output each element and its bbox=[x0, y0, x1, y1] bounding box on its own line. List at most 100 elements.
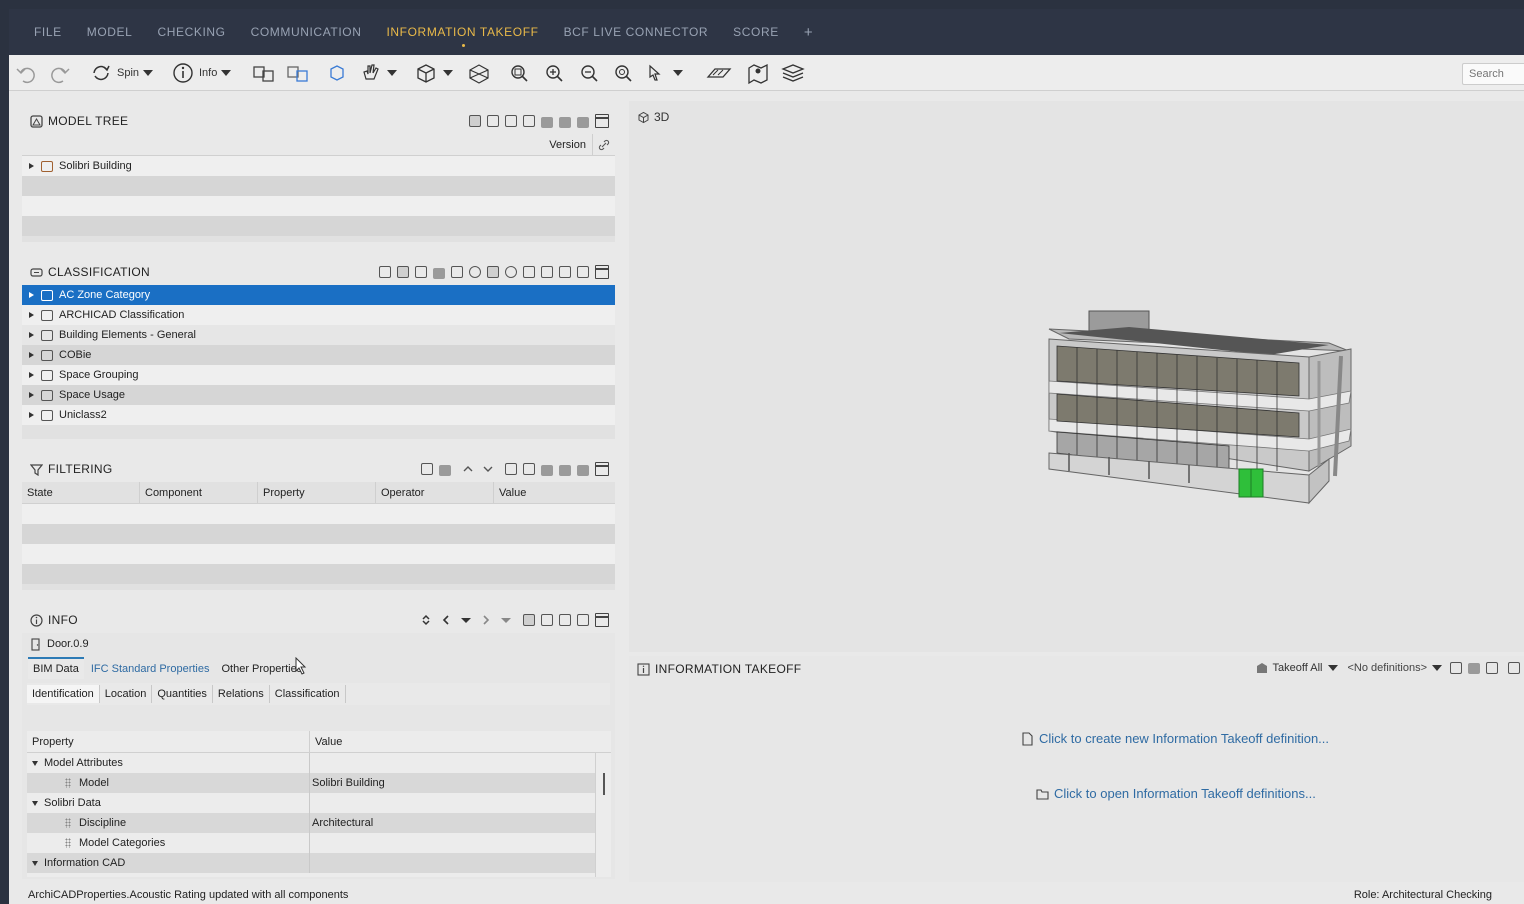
back-icon[interactable] bbox=[439, 613, 453, 627]
takeoff-all-button[interactable]: Takeoff All bbox=[1256, 662, 1338, 674]
classification-item-uniclass2[interactable]: Uniclass2 bbox=[22, 405, 615, 425]
open-folder-icon[interactable] bbox=[505, 463, 517, 475]
new-document-icon[interactable] bbox=[1450, 661, 1462, 674]
open-folder-icon[interactable] bbox=[1486, 661, 1498, 674]
boxes-button[interactable] bbox=[251, 59, 279, 87]
expand-arrow-icon[interactable] bbox=[29, 332, 34, 338]
link-icon[interactable] bbox=[593, 134, 615, 155]
search-input[interactable] bbox=[1462, 63, 1524, 85]
hand-button[interactable] bbox=[359, 59, 397, 87]
visibility-icon[interactable] bbox=[487, 266, 499, 278]
scrollbar-thumb[interactable] bbox=[603, 773, 605, 795]
component-column-header[interactable]: Component bbox=[140, 482, 258, 503]
property-group-row[interactable]: Model Attributes bbox=[27, 753, 611, 773]
close-circle-icon[interactable] bbox=[469, 266, 481, 278]
property-row[interactable]: Model Categories bbox=[27, 833, 611, 853]
chevron-down-icon[interactable] bbox=[481, 462, 495, 476]
property-group-row[interactable]: Solibri Data bbox=[27, 793, 611, 813]
subtab-identification[interactable]: Identification bbox=[27, 685, 100, 703]
maximize-icon[interactable] bbox=[595, 114, 609, 128]
expand-arrow-icon[interactable] bbox=[29, 292, 34, 298]
undo-button[interactable] bbox=[13, 59, 39, 87]
edit-icon[interactable] bbox=[523, 266, 535, 278]
forward-dropdown-icon[interactable] bbox=[499, 613, 513, 627]
maximize-icon[interactable] bbox=[595, 613, 609, 627]
property-scrollbar[interactable] bbox=[595, 753, 611, 877]
expand-arrow-icon[interactable] bbox=[29, 312, 34, 318]
maximize-icon[interactable] bbox=[595, 265, 609, 279]
export-icon[interactable] bbox=[559, 266, 571, 278]
redo-button[interactable] bbox=[47, 59, 73, 87]
subtab-location[interactable]: Location bbox=[100, 685, 153, 703]
copy-icon[interactable] bbox=[577, 266, 589, 278]
collapse-arrow-icon[interactable] bbox=[32, 800, 38, 806]
new-document-icon[interactable] bbox=[415, 266, 427, 278]
value-column-header[interactable]: Value bbox=[310, 731, 342, 752]
classification-item-space-usage[interactable]: Space Usage bbox=[22, 385, 615, 405]
transparent-box-button[interactable] bbox=[325, 59, 349, 87]
subtab-classification[interactable]: Classification bbox=[270, 685, 346, 703]
menu-file[interactable]: FILE bbox=[34, 25, 62, 39]
tree-structure-icon[interactable] bbox=[379, 266, 391, 278]
value-column-header[interactable]: Value bbox=[494, 482, 615, 503]
print-icon[interactable] bbox=[541, 614, 553, 626]
classification-item-ac-zone-category[interactable]: AC Zone Category bbox=[22, 285, 615, 305]
link-selection-icon[interactable] bbox=[523, 614, 535, 626]
classification-item-building-elements[interactable]: Building Elements - General bbox=[22, 325, 615, 345]
drag-handle-icon[interactable] bbox=[65, 838, 71, 848]
expand-arrow-icon[interactable] bbox=[29, 372, 34, 378]
map-button[interactable] bbox=[745, 59, 771, 87]
save-icon[interactable] bbox=[1508, 661, 1520, 674]
tree-structure-icon[interactable] bbox=[469, 115, 481, 127]
collapse-arrow-icon[interactable] bbox=[32, 760, 38, 766]
tree-expand-icon[interactable] bbox=[397, 266, 409, 278]
tab-ifc-standard-properties[interactable]: IFC Standard Properties bbox=[86, 659, 215, 679]
add-row-icon[interactable] bbox=[421, 463, 433, 475]
spin-button[interactable]: Spin bbox=[89, 59, 154, 87]
export-icon[interactable] bbox=[559, 614, 571, 626]
menu-score[interactable]: SCORE bbox=[733, 25, 779, 39]
building-model[interactable] bbox=[629, 101, 1524, 652]
layers-button[interactable] bbox=[780, 59, 806, 87]
expand-arrow-icon[interactable] bbox=[29, 392, 34, 398]
tree-layers-icon[interactable] bbox=[505, 115, 517, 127]
sort-icon[interactable] bbox=[419, 613, 433, 627]
property-column-header[interactable]: Property bbox=[258, 482, 376, 503]
section-box-button[interactable] bbox=[466, 59, 492, 87]
3d-view[interactable]: 3D bbox=[629, 101, 1524, 652]
menu-bcf-live-connector[interactable]: BCF LIVE CONNECTOR bbox=[564, 25, 709, 39]
collapse-arrow-icon[interactable] bbox=[32, 860, 38, 866]
drag-handle-icon[interactable] bbox=[65, 778, 71, 788]
zoom-fit-button[interactable] bbox=[507, 59, 531, 87]
open-folder-icon[interactable] bbox=[451, 266, 463, 278]
create-definition-link[interactable]: Click to create new Information Takeoff … bbox=[1021, 731, 1329, 746]
state-column-header[interactable]: State bbox=[22, 482, 140, 503]
add-tab-button[interactable]: + bbox=[804, 24, 813, 41]
tab-other-properties[interactable]: Other Properties bbox=[216, 659, 307, 679]
zoom-selected-button[interactable] bbox=[611, 59, 635, 87]
menu-information-takeoff[interactable]: INFORMATION TAKEOFF bbox=[386, 25, 538, 47]
chevron-up-icon[interactable] bbox=[461, 462, 475, 476]
forward-icon[interactable] bbox=[479, 613, 493, 627]
classification-item-archicad[interactable]: ARCHICAD Classification bbox=[22, 305, 615, 325]
expand-arrow-icon[interactable] bbox=[29, 352, 34, 358]
info-button[interactable]: Info bbox=[171, 59, 232, 87]
classification-item-cobie[interactable]: COBie bbox=[22, 345, 615, 365]
tree-expand-icon[interactable] bbox=[487, 115, 499, 127]
select-tool-button[interactable] bbox=[645, 59, 683, 87]
expand-arrow-icon[interactable] bbox=[29, 163, 34, 169]
property-row[interactable]: Discipline Architectural bbox=[27, 813, 611, 833]
print-icon[interactable] bbox=[541, 266, 553, 278]
expand-arrow-icon[interactable] bbox=[29, 412, 34, 418]
menu-checking[interactable]: CHECKING bbox=[157, 25, 225, 39]
maximize-icon[interactable] bbox=[595, 462, 609, 476]
drag-handle-icon[interactable] bbox=[65, 818, 71, 828]
property-row[interactable]: Model Solibri Building bbox=[27, 773, 611, 793]
open-definitions-link[interactable]: Click to open Information Takeoff defini… bbox=[1036, 786, 1316, 801]
tree-filter-icon[interactable] bbox=[523, 115, 535, 127]
subtab-quantities[interactable]: Quantities bbox=[152, 685, 213, 703]
cube-button[interactable] bbox=[413, 59, 453, 87]
gear-icon[interactable] bbox=[505, 266, 517, 278]
history-dropdown-icon[interactable] bbox=[459, 613, 473, 627]
subtab-relations[interactable]: Relations bbox=[213, 685, 270, 703]
